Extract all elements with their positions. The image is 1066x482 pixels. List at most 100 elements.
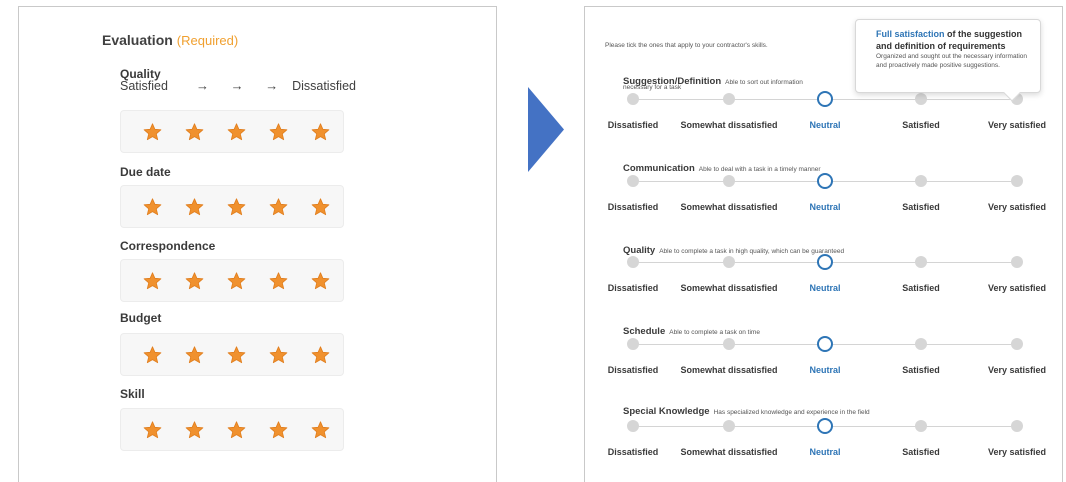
rating-radio-satisfied[interactable] xyxy=(915,338,927,350)
rating-radio-satisfied[interactable] xyxy=(915,420,927,432)
star-rating-due-date[interactable] xyxy=(120,185,344,228)
star-icon[interactable] xyxy=(269,198,288,216)
star-icon[interactable] xyxy=(269,346,288,364)
rating-option-label[interactable]: Somewhat dissatisfied xyxy=(680,120,777,130)
rating-option-label[interactable]: Neutral xyxy=(809,365,840,375)
scale-dissatisfied-label: Dissatisfied xyxy=(292,79,356,93)
rating-radio-neutral[interactable] xyxy=(817,91,833,107)
rating-option-label[interactable]: Dissatisfied xyxy=(608,202,659,212)
evaluation-title-text: Evaluation xyxy=(102,32,173,48)
rating-option-label[interactable]: Neutral xyxy=(809,447,840,457)
star-icon[interactable] xyxy=(311,421,330,439)
rating-option-label[interactable]: Very satisfied xyxy=(988,365,1046,375)
star-icon[interactable] xyxy=(143,272,162,290)
star-icon[interactable] xyxy=(185,346,204,364)
rating-radio-dissatisfied[interactable] xyxy=(627,256,639,268)
rating-radio-satisfied[interactable] xyxy=(915,93,927,105)
rating-option-label[interactable]: Very satisfied xyxy=(988,283,1046,293)
instruction-text: Please tick the ones that apply to your … xyxy=(605,42,768,49)
rating-option-label[interactable]: Neutral xyxy=(809,202,840,212)
rating-option-label[interactable]: Satisfied xyxy=(902,447,940,457)
rating-radio-very-satisfied[interactable] xyxy=(1011,338,1023,350)
criterion-label-budget: Budget xyxy=(120,311,162,325)
rating-radio-satisfied[interactable] xyxy=(915,175,927,187)
rating-radio-neutral[interactable] xyxy=(817,254,833,270)
star-rating-skill[interactable] xyxy=(120,408,344,451)
rating-option-label[interactable]: Very satisfied xyxy=(988,120,1046,130)
star-icon[interactable] xyxy=(185,272,204,290)
rating-option-label[interactable]: Satisfied xyxy=(902,283,940,293)
tooltip-full-satisfaction: Full satisfaction of the suggestion and … xyxy=(855,19,1041,102)
rating-option-label[interactable]: Dissatisfied xyxy=(608,120,659,130)
star-icon[interactable] xyxy=(311,123,330,141)
rating-radio-neutral[interactable] xyxy=(817,173,833,189)
rating-radio-dissatisfied[interactable] xyxy=(627,93,639,105)
tooltip-title-highlight: Full satisfaction xyxy=(876,29,945,39)
arrow-right-icon xyxy=(528,87,564,172)
star-rating-quality[interactable] xyxy=(120,110,344,153)
star-icon[interactable] xyxy=(143,123,162,141)
rating-option-label[interactable]: Very satisfied xyxy=(988,202,1046,212)
rating-radio-neutral[interactable] xyxy=(817,336,833,352)
criterion-description: Able to deal with a task in a timely man… xyxy=(698,166,821,173)
star-icon[interactable] xyxy=(227,421,246,439)
rating-radio-dissatisfied[interactable] xyxy=(627,420,639,432)
star-icon[interactable] xyxy=(143,198,162,216)
rating-option-label[interactable]: Satisfied xyxy=(902,202,940,212)
rating-radio-dissatisfied[interactable] xyxy=(627,175,639,187)
rating-radio-somewhat-dissatisfied[interactable] xyxy=(723,93,735,105)
criterion-header-communication: Communication Able to deal with a task in… xyxy=(623,158,821,176)
rating-option-label[interactable]: Neutral xyxy=(809,120,840,130)
rating-radio-very-satisfied[interactable] xyxy=(1011,175,1023,187)
rating-option-label[interactable]: Satisfied xyxy=(902,365,940,375)
tooltip-title: Full satisfaction of the suggestion and … xyxy=(876,28,1030,52)
rating-radio-somewhat-dissatisfied[interactable] xyxy=(723,338,735,350)
rating-radio-satisfied[interactable] xyxy=(915,256,927,268)
rating-radio-very-satisfied[interactable] xyxy=(1011,420,1023,432)
rating-radio-somewhat-dissatisfied[interactable] xyxy=(723,256,735,268)
rating-radio-neutral[interactable] xyxy=(817,418,833,434)
rating-scale-legend: Satisfied → → → Dissatisfied xyxy=(120,78,356,95)
star-icon[interactable] xyxy=(269,421,288,439)
rating-radio-somewhat-dissatisfied[interactable] xyxy=(723,420,735,432)
star-rating-correspondence[interactable] xyxy=(120,259,344,302)
rating-option-label[interactable]: Somewhat dissatisfied xyxy=(680,202,777,212)
rating-option-label[interactable]: Satisfied xyxy=(902,120,940,130)
star-icon[interactable] xyxy=(227,346,246,364)
criterion-label-due-date: Due date xyxy=(120,165,171,179)
rating-option-label[interactable]: Very satisfied xyxy=(988,447,1046,457)
star-icon[interactable] xyxy=(185,198,204,216)
criterion-header-special-knowledge: Special Knowledge Has specialized knowled… xyxy=(623,401,870,419)
star-icon[interactable] xyxy=(185,123,204,141)
star-icon[interactable] xyxy=(311,198,330,216)
rating-option-label[interactable]: Neutral xyxy=(809,283,840,293)
rating-option-label[interactable]: Somewhat dissatisfied xyxy=(680,365,777,375)
criterion-header-quality: Quality Able to complete a task in high q… xyxy=(623,240,844,258)
rating-option-label[interactable]: Somewhat dissatisfied xyxy=(680,447,777,457)
rating-radio-somewhat-dissatisfied[interactable] xyxy=(723,175,735,187)
criterion-name: Schedule xyxy=(623,326,666,337)
star-icon[interactable] xyxy=(143,346,162,364)
rating-radio-very-satisfied[interactable] xyxy=(1011,256,1023,268)
star-icon[interactable] xyxy=(227,272,246,290)
star-icon[interactable] xyxy=(269,123,288,141)
evaluation-title: Evaluation (Required) xyxy=(102,32,238,48)
rating-option-label[interactable]: Dissatisfied xyxy=(608,283,659,293)
criterion-description: Able to sort out information xyxy=(725,79,803,86)
star-icon[interactable] xyxy=(185,421,204,439)
star-icon[interactable] xyxy=(311,346,330,364)
star-icon[interactable] xyxy=(143,421,162,439)
criterion-name: Quality xyxy=(623,245,656,256)
star-icon[interactable] xyxy=(227,123,246,141)
criterion-description: Able to complete a task on time xyxy=(669,329,760,336)
criterion-description-continued: necessary for a task xyxy=(623,84,682,91)
star-icon[interactable] xyxy=(269,272,288,290)
criterion-description: Has specialized knowledge and experience… xyxy=(713,409,870,416)
rating-radio-dissatisfied[interactable] xyxy=(627,338,639,350)
star-icon[interactable] xyxy=(311,272,330,290)
rating-option-label[interactable]: Dissatisfied xyxy=(608,365,659,375)
star-rating-budget[interactable] xyxy=(120,333,344,376)
rating-option-label[interactable]: Somewhat dissatisfied xyxy=(680,283,777,293)
star-icon[interactable] xyxy=(227,198,246,216)
rating-option-label[interactable]: Dissatisfied xyxy=(608,447,659,457)
